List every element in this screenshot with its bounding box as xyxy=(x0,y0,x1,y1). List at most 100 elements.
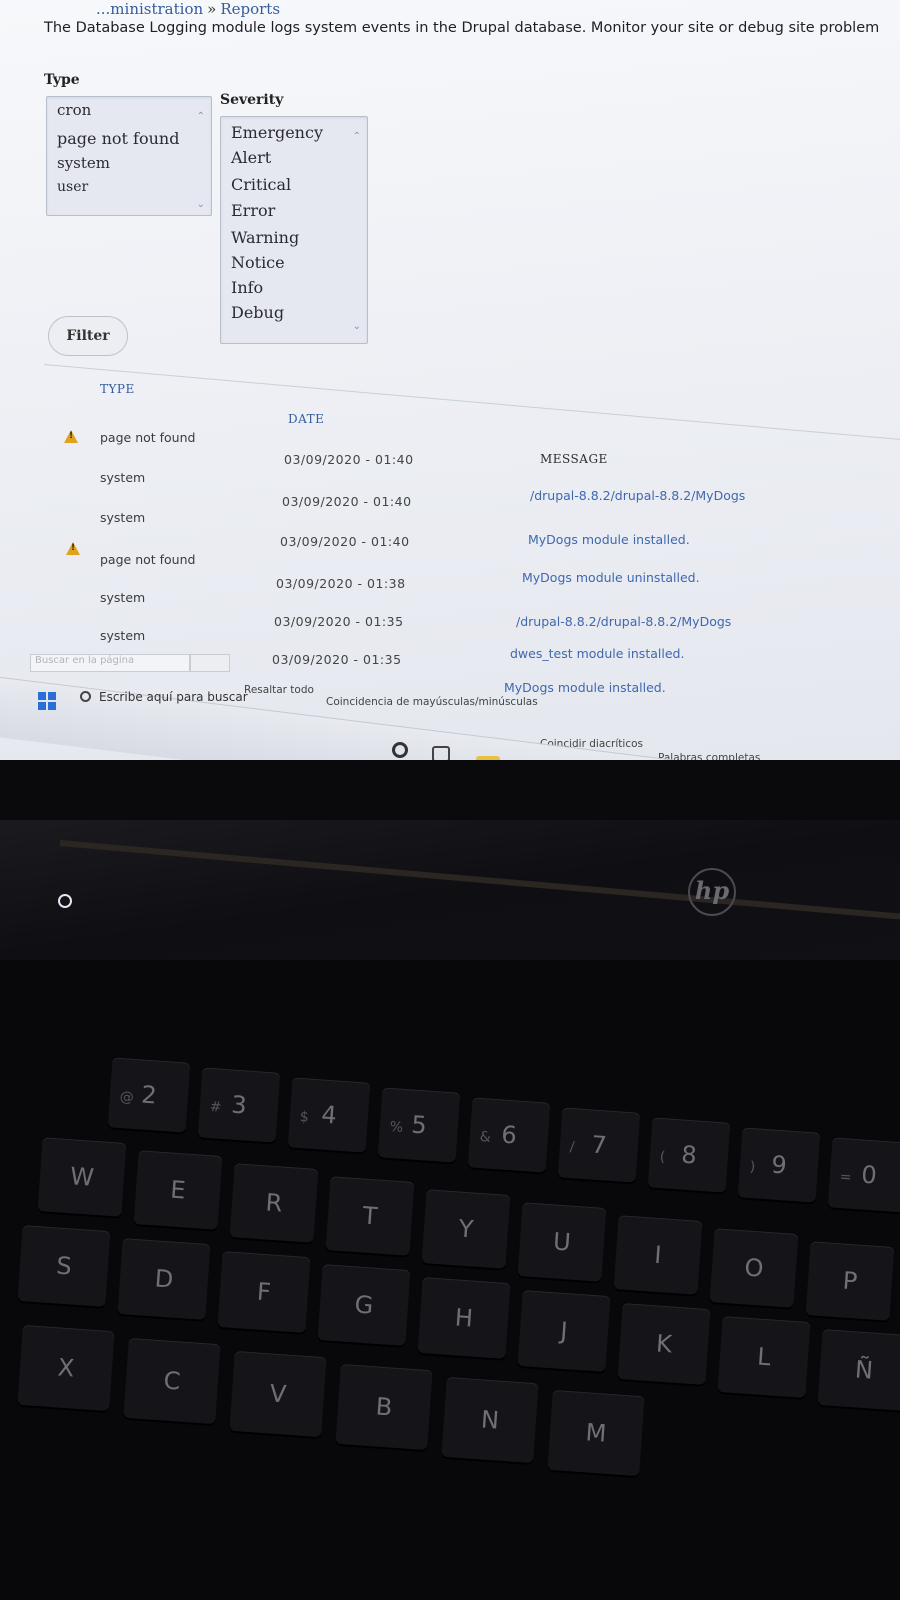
row-type: system xyxy=(100,470,146,485)
key-0: = 0 xyxy=(827,1137,900,1213)
key-e: E xyxy=(133,1150,223,1230)
power-indicator-icon xyxy=(58,894,72,908)
column-header-date[interactable]: DATE xyxy=(288,412,324,426)
column-header-type[interactable]: TYPE xyxy=(100,382,135,396)
row-date: 03/09/2020 - 01:40 xyxy=(282,494,412,509)
row-type: system xyxy=(100,628,146,643)
find-in-page-input[interactable]: Buscar en la página xyxy=(30,654,190,672)
breadcrumb-parent-link[interactable]: ...ministration xyxy=(96,0,203,18)
key-legend: O xyxy=(743,1253,765,1283)
row-type: page not found xyxy=(100,552,196,567)
key-m: M xyxy=(547,1389,645,1477)
key-s: S xyxy=(17,1225,111,1307)
type-option-page-not-found[interactable]: page not found xyxy=(57,129,179,148)
key-legend: H xyxy=(454,1303,474,1333)
severity-option-notice[interactable]: Notice xyxy=(231,253,285,272)
key-legend: Ñ xyxy=(854,1355,874,1385)
highlight-all-checkbox[interactable]: Resaltar todo xyxy=(244,684,314,696)
key-legend: 4 xyxy=(320,1100,338,1130)
key-r: R xyxy=(229,1163,319,1243)
key-c: C xyxy=(123,1337,221,1425)
key-legend: X xyxy=(56,1353,76,1383)
key-u: U xyxy=(517,1202,607,1282)
key-h: H xyxy=(417,1277,511,1359)
key-legend: W xyxy=(69,1162,95,1192)
key-ñ: Ñ xyxy=(817,1329,900,1411)
severity-option-critical[interactable]: Critical xyxy=(231,175,291,194)
key-4: $4 xyxy=(287,1077,371,1153)
severity-option-warning[interactable]: Warning xyxy=(231,228,299,247)
browser-find-bar: Buscar en la página Resaltar todo Coinci… xyxy=(0,650,900,760)
warning-icon xyxy=(66,542,80,555)
key-alt-legend: ) xyxy=(749,1158,756,1176)
severity-option-emergency[interactable]: Emergency xyxy=(231,123,323,142)
scroll-down-arrow-icon[interactable]: ⌄ xyxy=(353,321,361,332)
scroll-up-arrow-icon[interactable]: ⌃ xyxy=(197,111,205,122)
type-filter-select[interactable]: cron page not found system user ⌃ ⌄ xyxy=(46,96,212,216)
key-legend: I xyxy=(653,1240,663,1270)
key-legend: 3 xyxy=(230,1090,248,1120)
severity-option-info[interactable]: Info xyxy=(231,278,263,297)
task-view-icon[interactable] xyxy=(432,746,450,760)
key-2: @2 xyxy=(107,1057,191,1133)
row-type: system xyxy=(100,510,146,525)
key-legend: P xyxy=(841,1266,859,1296)
taskbar-search-box[interactable]: Escribe aquí para buscar xyxy=(80,690,248,704)
key-x: X xyxy=(17,1324,115,1412)
key-6: & 6 xyxy=(467,1097,551,1173)
type-option-system[interactable]: system xyxy=(57,154,110,172)
key-t: T xyxy=(325,1176,415,1256)
windows-start-icon[interactable] xyxy=(38,692,56,710)
key-legend: U xyxy=(552,1227,572,1257)
row-date: 03/09/2020 - 01:38 xyxy=(276,576,406,591)
key-k: K xyxy=(617,1303,711,1385)
key-legend: 5 xyxy=(410,1110,428,1140)
key-alt-legend: % xyxy=(389,1118,404,1136)
key-o: O xyxy=(709,1228,799,1308)
key-p: P xyxy=(805,1241,895,1321)
key-n: N xyxy=(441,1376,539,1464)
key-3: #3 xyxy=(197,1067,281,1143)
key-d: D xyxy=(117,1238,211,1320)
key-9: ) 9 xyxy=(737,1127,821,1203)
type-filter-label: Type xyxy=(44,72,80,88)
key-alt-legend: = xyxy=(839,1168,853,1186)
find-next-previous-buttons[interactable] xyxy=(190,654,230,672)
key-legend: B xyxy=(374,1392,394,1422)
breadcrumb: ...ministration» Reports xyxy=(96,0,280,18)
key-legend: K xyxy=(655,1329,673,1359)
key-legend: R xyxy=(264,1188,284,1218)
severity-option-debug[interactable]: Debug xyxy=(231,303,284,322)
scroll-up-arrow-icon[interactable]: ⌃ xyxy=(353,131,361,142)
table-row: system 03/09/2020 - 01:35 dwes_test modu… xyxy=(0,590,900,661)
key-legend: J xyxy=(559,1316,569,1346)
key-legend: F xyxy=(256,1277,272,1307)
key-alt-legend: $ xyxy=(299,1108,310,1126)
key-legend: S xyxy=(55,1251,73,1281)
table-row: page not found 03/09/2020 - 01:38 /drupa… xyxy=(0,542,900,629)
table-row: system 03/09/2020 - 01:40 MyDogs module … xyxy=(0,470,900,547)
key-legend: T xyxy=(361,1201,379,1231)
type-option-user[interactable]: user xyxy=(57,179,88,195)
taskbar-search-placeholder: Escribe aquí para buscar xyxy=(99,690,248,704)
severity-filter-select[interactable]: Emergency Alert Critical Error Warning N… xyxy=(220,116,368,344)
severity-option-error[interactable]: Error xyxy=(231,201,275,220)
match-case-checkbox[interactable]: Coincidencia de mayúsculas/minúsculas xyxy=(326,696,538,708)
key-legend: Y xyxy=(457,1214,475,1244)
key-alt-legend: & xyxy=(479,1128,492,1146)
scroll-down-arrow-icon[interactable]: ⌄ xyxy=(197,199,205,210)
breadcrumb-reports-link[interactable]: Reports xyxy=(220,0,280,18)
severity-option-alert[interactable]: Alert xyxy=(231,148,271,167)
filter-button[interactable]: Filter xyxy=(48,316,128,356)
cortana-icon[interactable] xyxy=(392,742,408,758)
page-description: The Database Logging module logs system … xyxy=(44,20,880,36)
table-divider xyxy=(43,364,900,440)
breadcrumb-separator: » xyxy=(207,0,217,18)
key-legend: C xyxy=(162,1366,182,1396)
key-alt-legend: / xyxy=(569,1138,576,1156)
key-7: /7 xyxy=(557,1107,641,1183)
key-alt-legend: @ xyxy=(119,1088,135,1106)
key-i: I xyxy=(613,1215,703,1295)
key-y: Y xyxy=(421,1189,511,1269)
type-option-cron[interactable]: cron xyxy=(57,101,91,119)
